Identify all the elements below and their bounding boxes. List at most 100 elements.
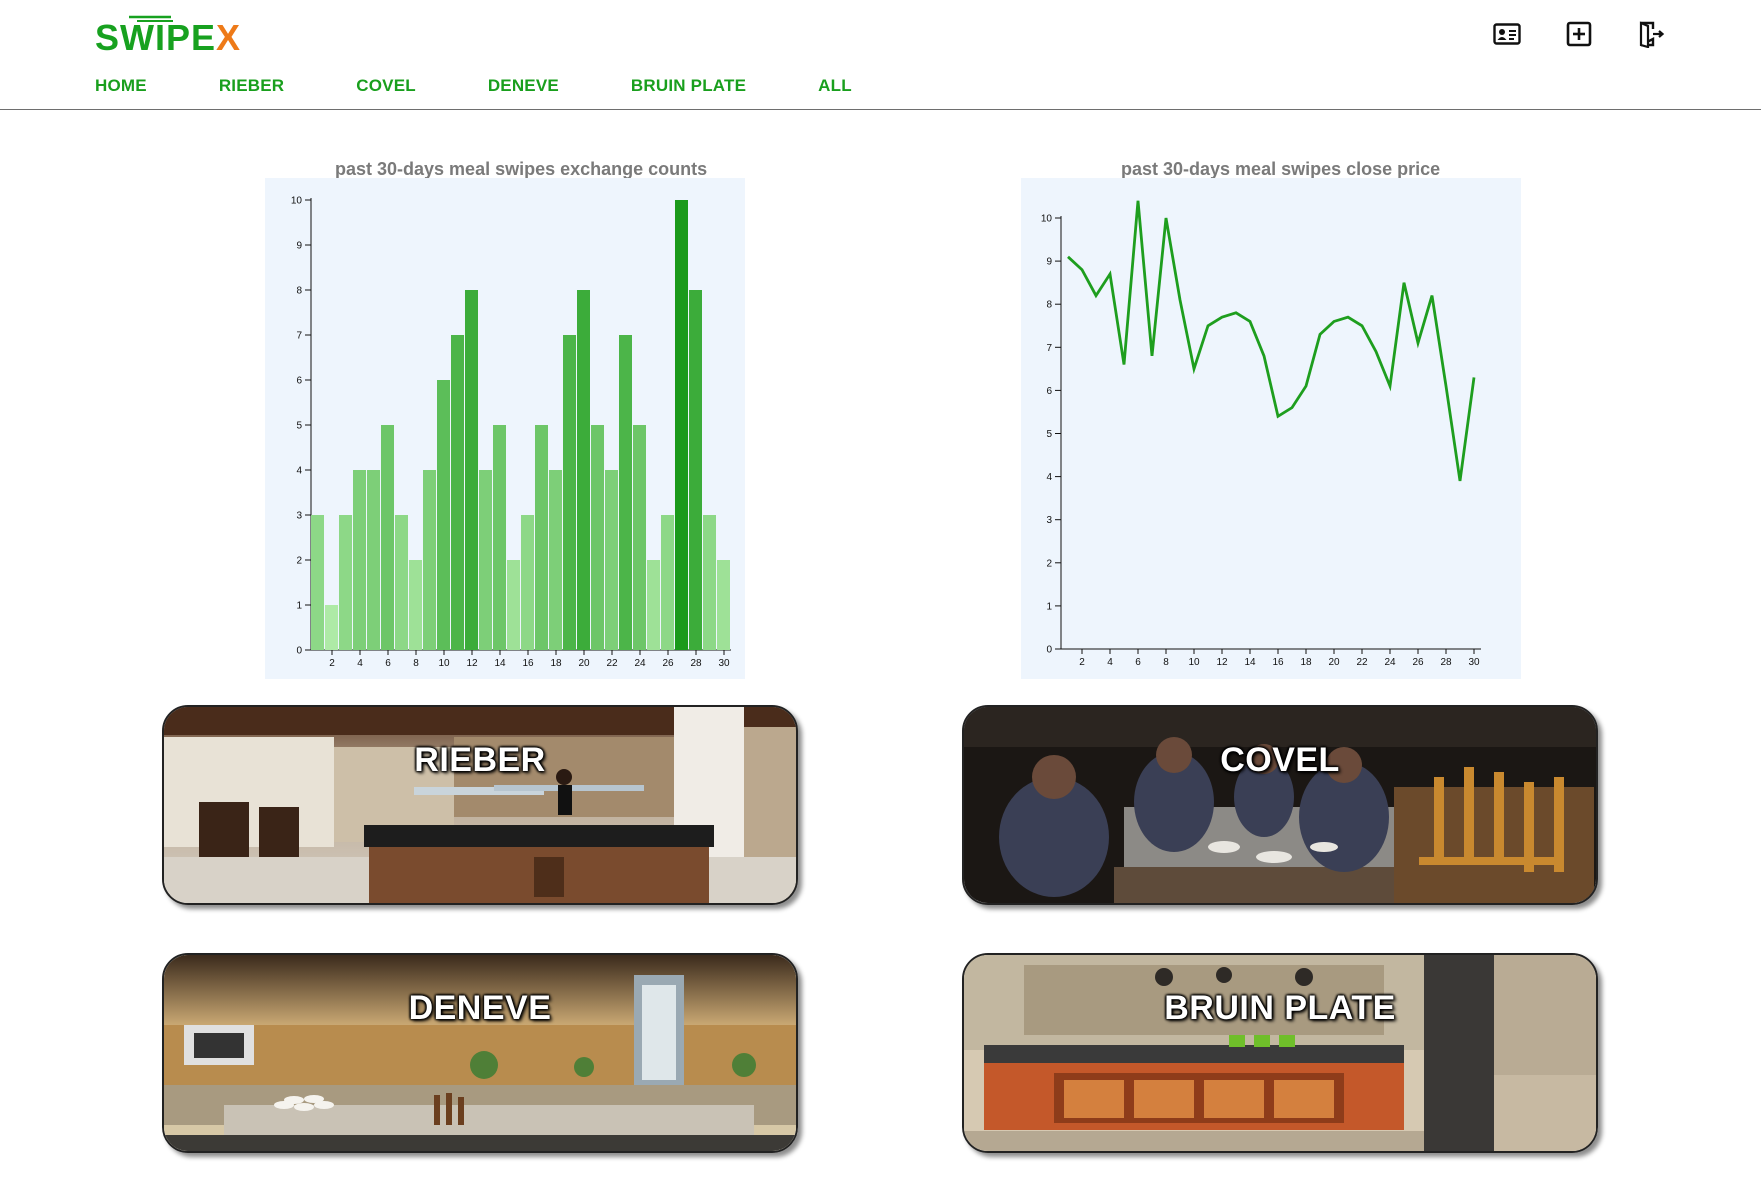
x-tick-label: 18 bbox=[550, 658, 562, 669]
dining-card-label: COVEL bbox=[1220, 741, 1340, 779]
bar bbox=[689, 290, 702, 650]
bar bbox=[465, 290, 478, 650]
x-tick-label: 14 bbox=[1244, 657, 1256, 668]
id-card-icon[interactable] bbox=[1493, 20, 1521, 48]
bar bbox=[381, 425, 394, 650]
bar bbox=[605, 470, 618, 650]
logo-text: SWIPEX bbox=[95, 20, 241, 56]
dining-card-covel[interactable]: COVEL bbox=[962, 705, 1598, 905]
nav-home[interactable]: HOME bbox=[95, 76, 147, 96]
bar bbox=[451, 335, 464, 650]
x-tick-label: 4 bbox=[1107, 657, 1113, 668]
x-tick-label: 12 bbox=[466, 658, 478, 669]
y-tick-label: 1 bbox=[1046, 601, 1052, 612]
bar bbox=[353, 470, 366, 650]
x-tick-label: 18 bbox=[1300, 657, 1312, 668]
nav-bruin-plate[interactable]: BRUIN PLATE bbox=[631, 76, 746, 96]
logo-suffix: X bbox=[216, 17, 242, 58]
x-tick-label: 10 bbox=[1188, 657, 1200, 668]
y-tick-label: 7 bbox=[296, 331, 302, 342]
nav-rieber[interactable]: RIEBER bbox=[219, 76, 284, 96]
nav-all[interactable]: ALL bbox=[818, 76, 852, 96]
x-tick-label: 16 bbox=[522, 658, 534, 669]
x-tick-label: 24 bbox=[634, 658, 646, 669]
x-tick-label: 4 bbox=[357, 658, 363, 669]
bar bbox=[339, 515, 352, 650]
bar bbox=[577, 290, 590, 650]
counts-chart-title: past 30-days meal swipes exchange counts bbox=[335, 159, 708, 179]
bar bbox=[619, 335, 632, 650]
counts-bar-chart-svg: 0123456789102 4 6 8 10 12 14 16 18 20 22 24 26 28 30 bbox=[291, 196, 731, 669]
y-tick-label: 9 bbox=[1046, 257, 1052, 268]
bruin-plate-photo bbox=[964, 955, 1596, 1151]
header-actions bbox=[1493, 20, 1665, 48]
y-tick-label: 0 bbox=[1046, 645, 1052, 656]
logo-prefix: SWIPE bbox=[95, 17, 217, 58]
bar bbox=[535, 425, 548, 650]
bar bbox=[437, 380, 450, 650]
y-tick-label: 6 bbox=[1046, 386, 1052, 397]
bar bbox=[633, 425, 646, 650]
price-chart: 0 1 2 3 4 5 6 7 8 9 10 2 4 6 8 10 12 14 16 18 20 22 24 26 28 30 bbox=[1021, 178, 1521, 679]
dining-card-bruin-plate[interactable]: BRUIN PLATE bbox=[962, 953, 1598, 1153]
dining-card-label: DENEVE bbox=[408, 989, 552, 1027]
bar bbox=[493, 425, 506, 650]
y-tick-label: 5 bbox=[296, 421, 302, 432]
x-tick-label: 30 bbox=[1468, 657, 1480, 668]
x-tick-label: 16 bbox=[1272, 657, 1284, 668]
y-tick-label: 0 bbox=[296, 646, 302, 657]
y-tick-label: 2 bbox=[296, 556, 302, 567]
x-tick-label: 26 bbox=[662, 658, 674, 669]
bar bbox=[521, 515, 534, 650]
x-tick-label: 6 bbox=[1135, 657, 1141, 668]
y-tick-label: 10 bbox=[1041, 214, 1053, 225]
bar bbox=[367, 470, 380, 650]
bar bbox=[423, 470, 436, 650]
bar bbox=[395, 515, 408, 650]
price-series-line bbox=[1067, 200, 1476, 482]
y-tick-label: 5 bbox=[1046, 429, 1052, 440]
x-tick-label: 22 bbox=[1356, 657, 1368, 668]
bar bbox=[675, 200, 688, 650]
x-tick-label: 28 bbox=[1440, 657, 1452, 668]
y-tick-label: 9 bbox=[296, 241, 302, 252]
bar bbox=[661, 515, 674, 650]
dining-card-deneve[interactable]: DENEVE bbox=[162, 953, 798, 1153]
covel-photo bbox=[964, 707, 1596, 903]
plus-square-icon[interactable] bbox=[1565, 20, 1593, 48]
main-nav: HOME RIEBER COVEL DENEVE BRUIN PLATE ALL bbox=[95, 76, 852, 96]
x-tick-label: 14 bbox=[494, 658, 506, 669]
rieber-photo bbox=[164, 707, 796, 903]
y-tick-label: 8 bbox=[1046, 300, 1052, 311]
x-tick-label: 12 bbox=[1216, 657, 1228, 668]
nav-covel[interactable]: COVEL bbox=[356, 76, 416, 96]
bar bbox=[409, 560, 422, 650]
bar bbox=[703, 515, 716, 650]
counts-chart: 0 1 2 3 4 5 6 7 8 9 10 2 4 6 8 10 12 14 16 18 20 22 24 26 28 30 bbox=[265, 178, 745, 679]
y-tick-label: 1 bbox=[296, 601, 302, 612]
x-tick-label: 8 bbox=[1163, 657, 1169, 668]
y-tick-label: 7 bbox=[1046, 343, 1052, 354]
nav-deneve[interactable]: DENEVE bbox=[488, 76, 559, 96]
logout-icon[interactable] bbox=[1637, 20, 1665, 48]
bar bbox=[549, 470, 562, 650]
x-tick-label: 10 bbox=[438, 658, 450, 669]
y-tick-label: 6 bbox=[296, 376, 302, 387]
bar bbox=[563, 335, 576, 650]
top-header: SWIPEX HOME RIEBER COVEL DENEVE BRUIN PL… bbox=[0, 0, 1761, 110]
y-tick-label: 10 bbox=[291, 196, 303, 207]
x-tick-label: 8 bbox=[413, 658, 419, 669]
y-tick-label: 8 bbox=[296, 286, 302, 297]
swipex-logo[interactable]: SWIPEX bbox=[95, 14, 245, 60]
deneve-photo bbox=[164, 955, 796, 1151]
x-tick-label: 28 bbox=[690, 658, 702, 669]
bar bbox=[717, 560, 730, 650]
price-chart-title: past 30-days meal swipes close price bbox=[1121, 159, 1441, 179]
y-tick-label: 2 bbox=[1046, 558, 1052, 569]
bar bbox=[591, 425, 604, 650]
y-tick-label: 4 bbox=[296, 466, 302, 477]
y-tick-label: 4 bbox=[1046, 472, 1052, 483]
dining-card-rieber[interactable]: RIEBER bbox=[162, 705, 798, 905]
y-tick-label: 3 bbox=[296, 511, 302, 522]
x-tick-label: 2 bbox=[1079, 657, 1085, 668]
